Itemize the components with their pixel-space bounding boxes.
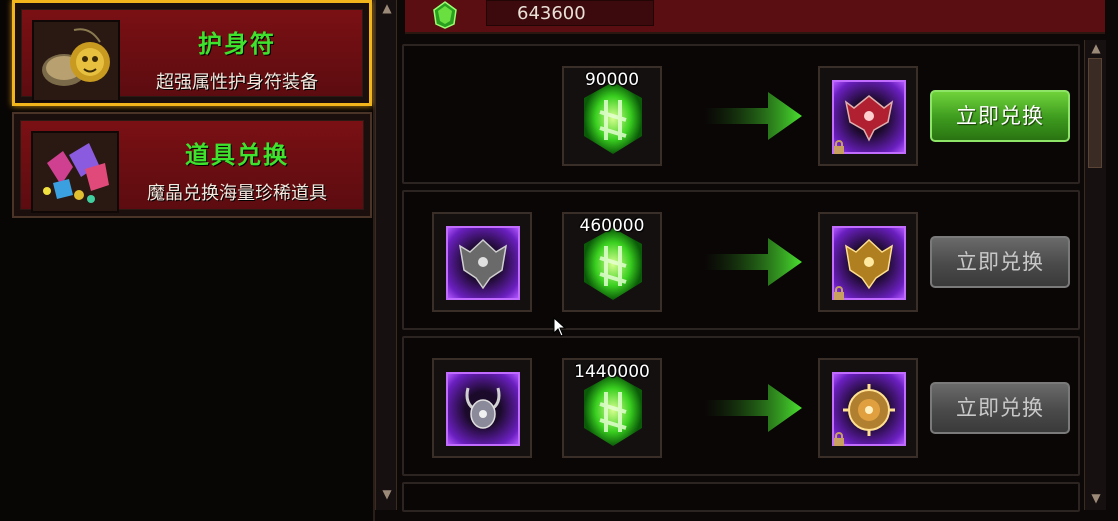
category-scrollbar[interactable]: ▲ ▼ xyxy=(375,0,397,510)
scroll-down-icon[interactable]: ▼ xyxy=(1088,490,1104,506)
input-slot[interactable] xyxy=(432,358,532,458)
category-title: 护身符 xyxy=(198,30,276,58)
arrow-right-icon xyxy=(704,384,802,432)
green-rune-gem-icon xyxy=(576,370,650,450)
cost-value: 90000 xyxy=(584,70,640,90)
green-rune-gem-icon xyxy=(576,224,650,304)
grey-demon-amulet-icon xyxy=(446,226,520,300)
amulet-icon xyxy=(32,20,120,102)
scroll-up-icon[interactable]: ▲ xyxy=(379,0,395,16)
green-gem-icon xyxy=(430,0,460,30)
green-rune-gem-icon xyxy=(576,78,650,158)
currency-value: 643600 xyxy=(517,3,586,24)
category-description: 超强属性护身符装备 xyxy=(156,72,318,93)
exchange-window: 护身符 超强属性护身符装备 道具兑换 魔晶兑换海量珍稀道具 ▲ ▼ 643600… xyxy=(0,0,1118,521)
currency-display: 643600 xyxy=(486,0,654,26)
exchange-row: 1440000 立即兑换 xyxy=(402,336,1080,476)
category-item-exchange[interactable]: 道具兑换 魔晶兑换海量珍稀道具 xyxy=(12,112,372,218)
category-description: 魔晶兑换海量珍稀道具 xyxy=(147,183,327,204)
arrow-right-icon xyxy=(704,238,802,286)
cost-slot: 460000 xyxy=(562,212,662,312)
mouse-cursor-icon xyxy=(553,317,567,337)
cost-slot: 90000 xyxy=(562,66,662,166)
exchange-button[interactable]: 立即兑换 xyxy=(930,236,1070,288)
cost-value: 460000 xyxy=(579,216,645,236)
cost-value: 1440000 xyxy=(574,362,650,382)
exchange-row: 460000 立即兑换 xyxy=(402,190,1080,330)
cost-slot: 1440000 xyxy=(562,358,662,458)
silver-horned-amulet-icon xyxy=(446,372,520,446)
exchange-row: 90000 立即兑换 xyxy=(402,44,1080,184)
reward-slot[interactable] xyxy=(818,66,918,166)
scroll-thumb[interactable] xyxy=(1088,58,1102,168)
category-title: 道具兑换 xyxy=(185,141,289,169)
exchange-row xyxy=(402,482,1080,512)
lock-icon xyxy=(834,286,844,300)
scroll-down-icon[interactable]: ▼ xyxy=(379,486,395,502)
reward-slot[interactable] xyxy=(818,212,918,312)
exchange-button[interactable]: 立即兑换 xyxy=(930,90,1070,142)
arrow-right-icon xyxy=(704,92,802,140)
category-list: 护身符 超强属性护身符装备 道具兑换 魔晶兑换海量珍稀道具 xyxy=(0,0,375,521)
crystals-icon xyxy=(31,131,119,213)
scroll-up-icon[interactable]: ▲ xyxy=(1088,40,1104,56)
exchange-button[interactable]: 立即兑换 xyxy=(930,382,1070,434)
input-slot[interactable] xyxy=(432,212,532,312)
exchange-scrollbar[interactable]: ▲ ▼ xyxy=(1084,40,1106,510)
category-amulet[interactable]: 护身符 超强属性护身符装备 xyxy=(12,0,372,106)
reward-slot[interactable] xyxy=(818,358,918,458)
lock-icon xyxy=(834,140,844,154)
lock-icon xyxy=(834,432,844,446)
